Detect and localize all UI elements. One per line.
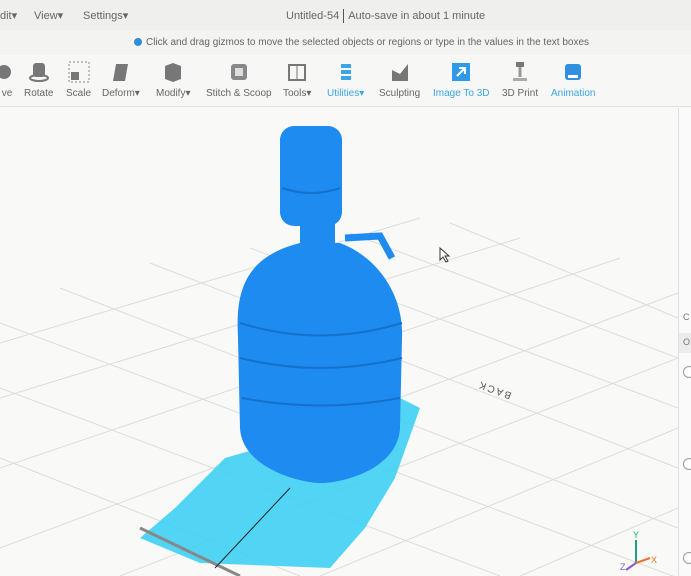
axis-gizmo: Y X Z bbox=[620, 530, 657, 572]
image-to-3d-icon bbox=[452, 63, 471, 81]
move-icon bbox=[0, 65, 11, 79]
info-icon bbox=[134, 38, 142, 46]
animation-icon bbox=[565, 64, 582, 80]
sculpting-icon bbox=[391, 64, 408, 81]
utilities-icon bbox=[340, 64, 351, 80]
menu-settings[interactable]: Settings▾ bbox=[83, 9, 128, 22]
rotate-icon bbox=[28, 63, 49, 82]
menu-bar: dit▾ View▾ Settings▾ Untitled-54 Auto-sav… bbox=[0, 0, 691, 30]
tool-move[interactable]: ve bbox=[0, 61, 18, 99]
autosave-status: Auto-save in about 1 minute bbox=[348, 9, 486, 22]
radio-option-1[interactable] bbox=[683, 366, 691, 378]
tool-utilities[interactable]: Utilities▾ bbox=[327, 61, 364, 99]
scale-icon bbox=[68, 61, 89, 83]
mouse-cursor-icon bbox=[439, 246, 451, 263]
radio-option-2[interactable] bbox=[683, 458, 691, 470]
tool-image-to-3d[interactable]: Image To 3D bbox=[433, 61, 490, 99]
axis-y-label: Y bbox=[633, 530, 639, 540]
3d-viewport[interactable]: BACK Y X Z bbox=[0, 108, 678, 576]
axis-x-label: X bbox=[651, 555, 657, 565]
radio-option-3[interactable] bbox=[683, 552, 691, 564]
panel-row-o[interactable]: O bbox=[679, 333, 691, 353]
menu-edit[interactable]: dit▾ bbox=[0, 9, 17, 22]
tools-icon bbox=[288, 64, 307, 81]
water-bottle-model[interactable] bbox=[237, 126, 403, 483]
toolbar: ve Rotate Scale Deform▾ Modify▾ Stitch &… bbox=[0, 55, 691, 107]
tool-scale[interactable]: Scale bbox=[66, 61, 91, 99]
tool-tools[interactable]: Tools▾ bbox=[283, 61, 311, 99]
stitch-scoop-icon bbox=[230, 64, 247, 80]
document-title: Untitled-54 Auto-save in about 1 minute bbox=[286, 9, 485, 23]
modify-icon bbox=[165, 63, 182, 82]
hint-bar: Click and drag gizmos to move the select… bbox=[0, 30, 691, 55]
scene: BACK Y X Z bbox=[0, 126, 678, 576]
deform-icon bbox=[112, 64, 128, 81]
3d-print-icon bbox=[513, 62, 528, 81]
tool-modify[interactable]: Modify▾ bbox=[156, 61, 190, 99]
tool-deform[interactable]: Deform▾ bbox=[102, 61, 140, 99]
menu-view[interactable]: View▾ bbox=[34, 9, 63, 22]
hint-text: Click and drag gizmos to move the select… bbox=[146, 37, 590, 48]
right-panel: C O bbox=[678, 108, 691, 576]
tool-animation[interactable]: Animation bbox=[551, 61, 595, 99]
tool-sculpting[interactable]: Sculpting bbox=[379, 61, 420, 99]
document-name[interactable]: Untitled-54 bbox=[286, 10, 339, 22]
tool-stitch-scoop[interactable]: Stitch & Scoop bbox=[206, 61, 272, 99]
tool-rotate[interactable]: Rotate bbox=[24, 61, 53, 99]
tool-3d-print[interactable]: 3D Print bbox=[502, 61, 538, 99]
axis-z-label: Z bbox=[620, 562, 626, 572]
panel-row-c[interactable]: C bbox=[679, 312, 691, 322]
